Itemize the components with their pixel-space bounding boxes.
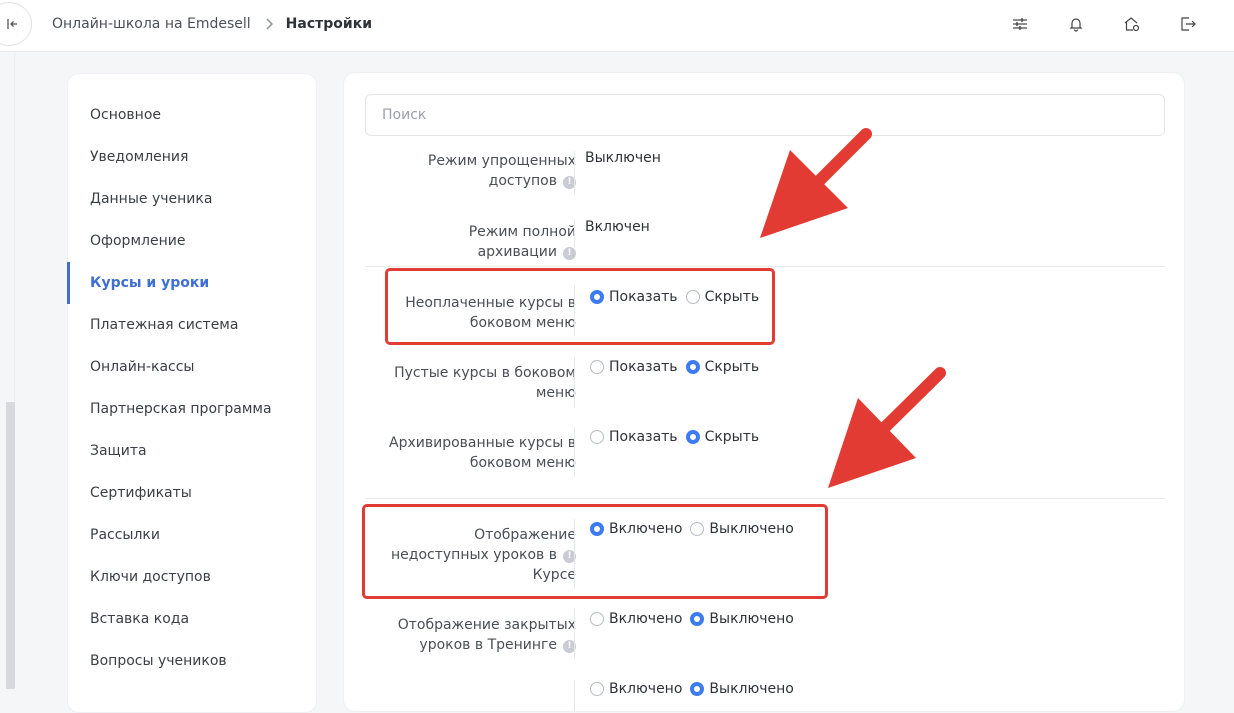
- search-input[interactable]: [365, 94, 1165, 136]
- empty-courses-label: Пустые курсы в боковом меню: [394, 365, 576, 401]
- archived-courses-radio-group: Показать Скрыть: [590, 429, 767, 445]
- sidebar-item-access-keys[interactable]: Ключи доступов: [68, 556, 316, 598]
- full-archive-label: Режим полной архивации!: [468, 224, 576, 260]
- radio-unselected[interactable]: [590, 682, 604, 696]
- archived-courses-show-option[interactable]: Показать: [590, 429, 678, 445]
- archived-courses-hide-option[interactable]: Скрыть: [685, 429, 759, 445]
- closed-lessons-off-option[interactable]: Выключено: [690, 611, 794, 627]
- next-setting-radio-group: Включено Выключено: [590, 681, 802, 697]
- radio-unselected[interactable]: [590, 430, 604, 444]
- next-setting-on-option[interactable]: Включено: [590, 681, 682, 697]
- simplified-access-label: Режим упрощенных доступов!: [427, 153, 576, 189]
- sidebar-item-student-data[interactable]: Данные ученика: [68, 178, 316, 220]
- radio-selected[interactable]: [690, 612, 705, 626]
- sidebar-item-protection[interactable]: Защита: [68, 430, 316, 472]
- sidebar-item-online-cashboxes[interactable]: Онлайн-кассы: [68, 346, 316, 388]
- empty-courses-radio-group: Показать Скрыть: [590, 359, 767, 375]
- section-divider: [365, 498, 1165, 499]
- sidebar-item-basic[interactable]: Основное: [68, 94, 316, 136]
- empty-courses-hide-option[interactable]: Скрыть: [685, 359, 759, 375]
- bell-icon[interactable]: [1066, 14, 1086, 34]
- closed-lessons-on-option[interactable]: Включено: [590, 611, 682, 627]
- radio-selected[interactable]: [685, 430, 700, 444]
- collapse-icon: [7, 19, 17, 29]
- radio-selected[interactable]: [685, 360, 700, 374]
- sidebar-item-notifications[interactable]: Уведомления: [68, 136, 316, 178]
- annotation-highlight-unpaid-courses: [385, 268, 775, 345]
- annotation-highlight-unavailable-lessons: [362, 504, 828, 599]
- radio-unselected[interactable]: [590, 360, 604, 374]
- empty-courses-show-option[interactable]: Показать: [590, 359, 678, 375]
- next-setting-off-option[interactable]: Выключено: [690, 681, 794, 697]
- collapse-sidebar-button[interactable]: [0, 2, 32, 46]
- chevron-right-icon: [265, 18, 273, 30]
- radio-selected[interactable]: [690, 682, 705, 696]
- closed-lessons-label: Отображение закрытых уроков в Тренинге!: [397, 617, 576, 653]
- full-archive-value: Включен: [585, 219, 650, 235]
- sliders-icon[interactable]: [1010, 14, 1030, 34]
- breadcrumb-school-link[interactable]: Онлайн-школа на Emdesell: [52, 16, 251, 32]
- settings-panel: Режим упрощенных доступов! Выключен Режи…: [343, 72, 1185, 712]
- sidebar-item-student-questions[interactable]: Вопросы учеников: [68, 640, 316, 682]
- simplified-access-value: Выключен: [585, 150, 661, 166]
- breadcrumb: Онлайн-школа на Emdesell Настройки: [52, 16, 372, 32]
- page-title: Настройки: [285, 16, 373, 32]
- sidebar-item-affiliate-program[interactable]: Партнерская программа: [68, 388, 316, 430]
- info-icon[interactable]: !: [563, 246, 576, 260]
- radio-unselected[interactable]: [590, 612, 604, 626]
- sidebar-item-code-insert[interactable]: Вставка кода: [68, 598, 316, 640]
- sidebar-item-certificates[interactable]: Сертификаты: [68, 472, 316, 514]
- sidebar-item-design[interactable]: Оформление: [68, 220, 316, 262]
- settings-sidebar: Основное Уведомления Данные ученика Офор…: [67, 73, 317, 713]
- logout-icon[interactable]: [1178, 14, 1198, 34]
- page-scrollbar[interactable]: [6, 402, 15, 689]
- sidebar-item-courses-lessons[interactable]: Курсы и уроки: [67, 262, 316, 304]
- top-bar: Онлайн-школа на Emdesell Настройки: [0, 0, 1234, 52]
- sidebar-item-payment-system[interactable]: Платежная система: [68, 304, 316, 346]
- section-divider: [365, 266, 1165, 267]
- closed-lessons-radio-group: Включено Выключено: [590, 611, 802, 627]
- sidebar-item-mailings[interactable]: Рассылки: [68, 514, 316, 556]
- archived-courses-label: Архивированные курсы в боковом меню: [389, 435, 576, 471]
- home-settings-icon[interactable]: [1122, 14, 1142, 34]
